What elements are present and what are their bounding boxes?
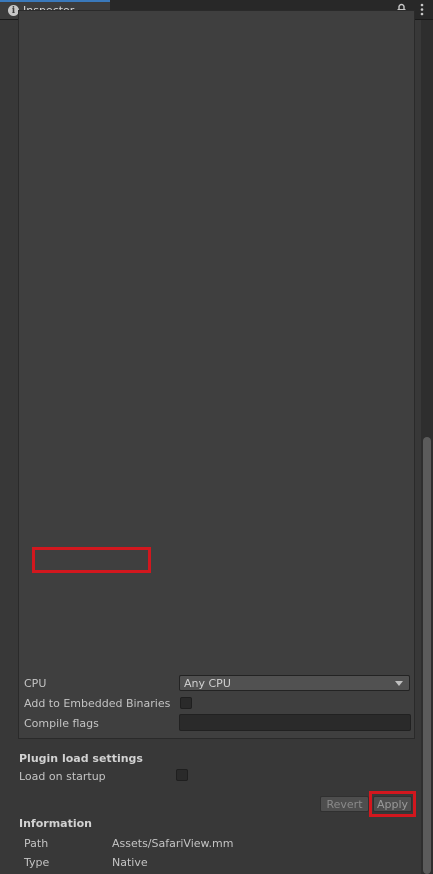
cpu-label: CPU xyxy=(24,677,47,690)
type-label: Type xyxy=(24,856,50,869)
cpu-dropdown-value: Any CPU xyxy=(184,676,231,690)
cpu-dropdown[interactable]: Any CPU xyxy=(179,675,410,691)
revert-button[interactable]: Revert xyxy=(320,796,369,812)
platform-settings-panel xyxy=(18,10,415,739)
apply-button-highlight xyxy=(369,791,416,817)
scrollbar-thumb[interactable] xyxy=(423,437,431,874)
plugin-load-heading: Plugin load settings xyxy=(19,752,143,765)
type-value: Native xyxy=(112,856,148,869)
embedded-binaries-label: Add to Embedded Binaries xyxy=(24,697,171,710)
chevron-down-icon xyxy=(395,681,403,686)
compile-flags-input[interactable] xyxy=(179,714,411,731)
path-label: Path xyxy=(24,837,49,850)
kebab-menu-icon[interactable] xyxy=(419,2,425,17)
embedded-binaries-checkbox[interactable] xyxy=(180,697,192,709)
information-heading: Information xyxy=(19,817,92,830)
path-value: Assets/SafariView.mm xyxy=(112,837,234,850)
safari-services-highlight xyxy=(32,547,151,573)
compile-flags-label: Compile flags xyxy=(24,717,99,730)
load-on-startup-label: Load on startup xyxy=(19,770,106,783)
load-on-startup-checkbox[interactable] xyxy=(176,769,188,781)
scrollbar[interactable] xyxy=(421,20,433,874)
